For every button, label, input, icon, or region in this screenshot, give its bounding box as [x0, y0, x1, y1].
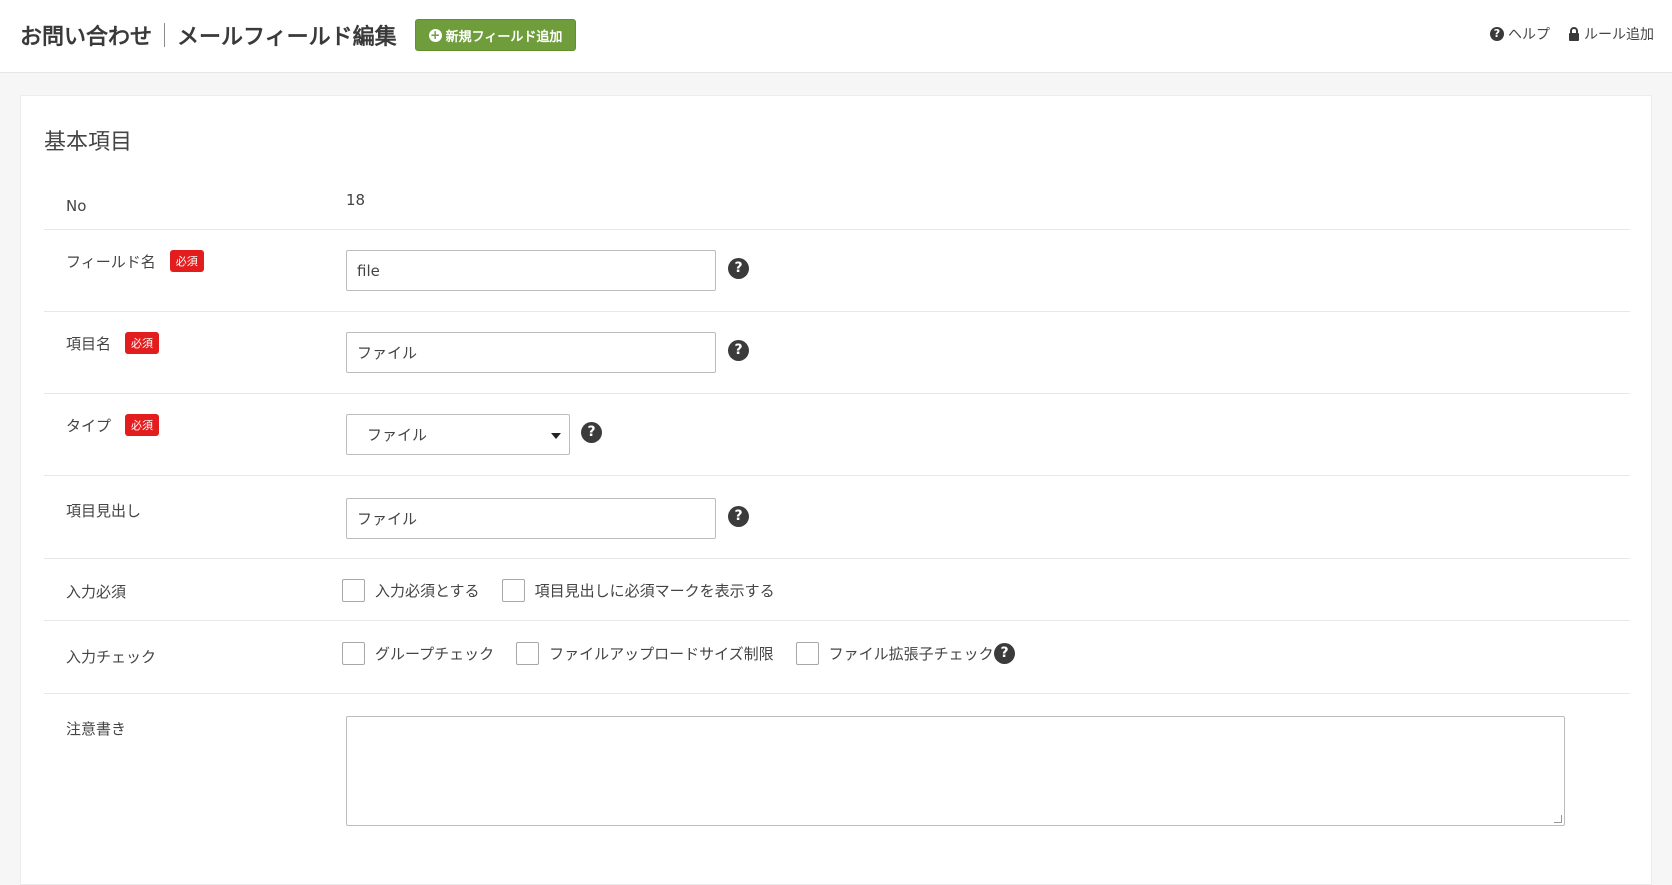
required-badge: 必須 [125, 332, 160, 354]
checkbox-box[interactable] [342, 642, 365, 665]
add-rule-link-label: ルール追加 [1584, 27, 1654, 43]
show-required-mark-label: 項目見出しに必須マークを表示する [534, 582, 775, 600]
header-links: ? ヘルプ ルール追加 [1472, 24, 1654, 44]
no-value: 18 [346, 191, 366, 209]
page-title: お問い合わせ メールフィールド編集 [20, 18, 397, 52]
type-select[interactable]: ファイル [346, 414, 570, 455]
required-checkbox-label: 入力必須とする [375, 582, 480, 600]
row-field-name: フィールド名 必須 file ? [44, 230, 1630, 312]
row-item-name: 項目名 必須 ファイル ? [44, 312, 1630, 394]
required-badge: 必須 [125, 414, 160, 436]
page-title-sub: メールフィールド編集 [177, 25, 397, 50]
title-separator [164, 23, 166, 47]
notes-textarea[interactable] [346, 716, 1565, 826]
group-check-label: グループチェック [375, 645, 495, 663]
item-name-label-wrap: 項目名 必須 [66, 332, 160, 354]
help-link-label: ヘルプ [1508, 27, 1550, 43]
add-field-button[interactable]: + 新規フィールド追加 [415, 19, 576, 51]
question-circle-icon[interactable]: ? [728, 258, 749, 279]
field-name-input[interactable]: file [346, 250, 716, 291]
plus-circle-icon: + [428, 27, 442, 42]
section-title: 基本項目 [44, 130, 133, 155]
top-header: お問い合わせ メールフィールド編集 + 新規フィールド追加 ? ヘルプ ルール追… [0, 0, 1672, 73]
question-circle-icon[interactable]: ? [994, 643, 1015, 664]
lock-icon [1569, 27, 1579, 41]
row-no: No 18 [44, 176, 1630, 230]
required-checks: 入力必須とする 項目見出しに必須マークを表示する [342, 579, 797, 602]
question-circle-icon[interactable]: ? [581, 422, 602, 443]
row-required: 入力必須 入力必須とする 項目見出しに必須マークを表示する [44, 559, 1630, 621]
question-circle-icon: ? [1490, 27, 1504, 41]
row-input-check: 入力チェック グループチェック ファイルアップロードサイズ制限 ファイル拡張子チ… [44, 621, 1630, 694]
upload-size-limit-label: ファイルアップロードサイズ制限 [549, 645, 774, 663]
checkbox-box[interactable] [342, 579, 365, 602]
question-circle-icon[interactable]: ? [728, 506, 749, 527]
help-link[interactable]: ? ヘルプ [1490, 24, 1550, 44]
group-check-checkbox[interactable]: グループチェック [342, 642, 494, 665]
field-name-label: フィールド名 [66, 252, 156, 271]
extension-check-label: ファイル拡張子チェック [828, 645, 994, 663]
checkbox-box[interactable] [516, 642, 540, 665]
no-label: No [66, 197, 87, 215]
resize-handle-icon[interactable] [1554, 815, 1562, 823]
add-field-button-label: 新規フィールド追加 [445, 29, 563, 45]
required-badge: 必須 [169, 250, 204, 272]
page-title-main: お問い合わせ [20, 25, 153, 50]
show-required-mark-checkbox[interactable]: 項目見出しに必須マークを表示する [501, 579, 775, 602]
type-label: タイプ [66, 416, 112, 435]
required-checkbox[interactable]: 入力必須とする [342, 579, 480, 602]
field-name-label-wrap: フィールド名 必須 [66, 250, 204, 272]
heading-input[interactable]: ファイル [346, 498, 716, 539]
type-label-wrap: タイプ 必須 [66, 414, 160, 436]
checkbox-box[interactable] [501, 579, 525, 602]
item-name-label: 項目名 [66, 334, 112, 353]
question-circle-icon[interactable]: ? [728, 340, 749, 361]
row-heading: 項目見出し ファイル ? [44, 476, 1630, 559]
input-check-options: グループチェック ファイルアップロードサイズ制限 ファイル拡張子チェック [342, 642, 1016, 665]
upload-size-limit-checkbox[interactable]: ファイルアップロードサイズ制限 [516, 642, 774, 665]
item-name-input[interactable]: ファイル [346, 332, 716, 373]
heading-label: 項目見出し [66, 502, 142, 520]
row-notes: 注意書き [44, 694, 1630, 854]
type-select-value: ファイル [367, 426, 428, 444]
extension-check-checkbox[interactable]: ファイル拡張子チェック [795, 642, 994, 665]
caret-down-icon [551, 433, 561, 439]
required-label: 入力必須 [66, 583, 127, 601]
input-check-label: 入力チェック [66, 648, 157, 666]
row-type: タイプ 必須 ファイル ? [44, 394, 1630, 476]
form-panel: 基本項目 No 18 フィールド名 必須 file ? 項目名 必須 ファイル … [20, 95, 1652, 885]
add-rule-link[interactable]: ルール追加 [1568, 24, 1654, 44]
checkbox-box[interactable] [795, 642, 819, 665]
notes-label: 注意書き [66, 720, 127, 738]
